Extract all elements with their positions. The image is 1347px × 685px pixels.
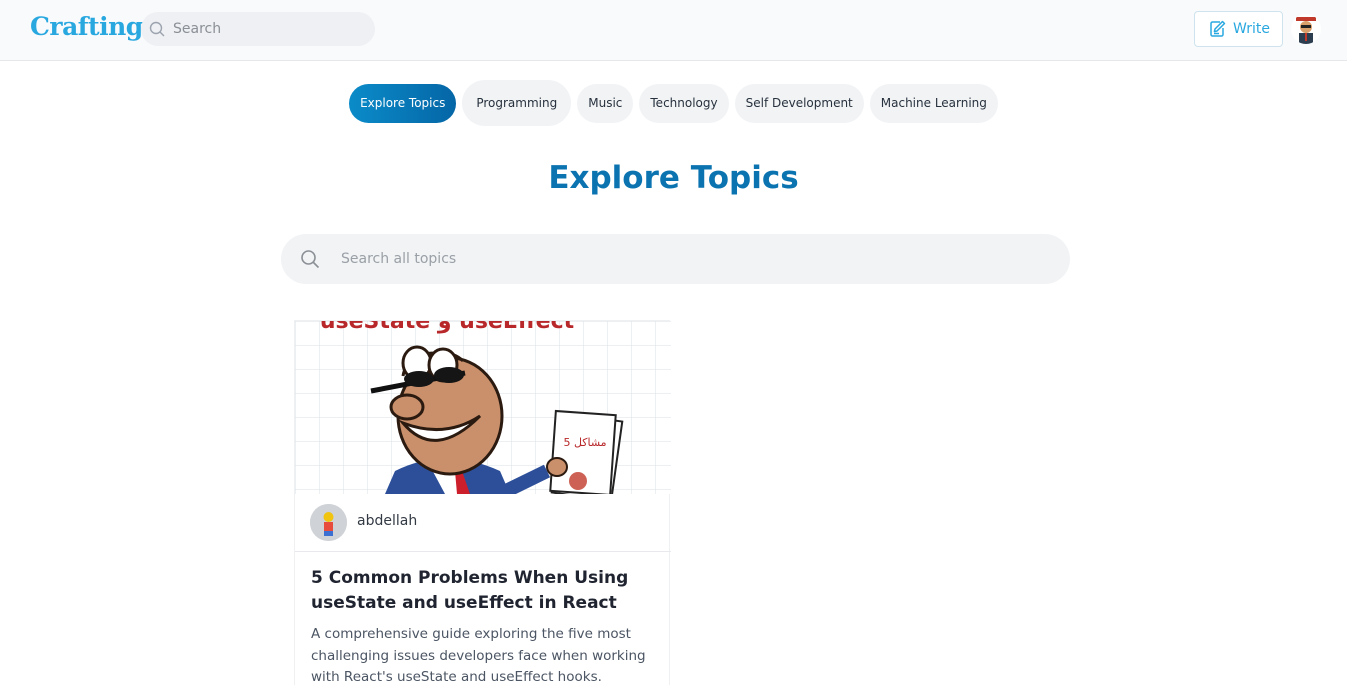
author-avatar-image <box>310 504 347 541</box>
article-cover-image[interactable]: useState و useEffect 5 مشاكل <box>295 321 671 494</box>
tab-self-development[interactable]: Self Development <box>734 83 864 123</box>
article-title[interactable]: 5 Common Problems When Using useState an… <box>311 566 651 616</box>
top-nav-bar: Crafting Write <box>0 0 1347 61</box>
write-button[interactable]: Write <box>1194 11 1283 47</box>
tab-music[interactable]: Music <box>577 83 634 123</box>
tab-technology[interactable]: Technology <box>639 83 729 123</box>
page-title: Explore Topics <box>548 160 799 196</box>
header-search[interactable] <box>141 12 375 46</box>
article-description: A comprehensive guide exploring the five… <box>311 626 646 685</box>
user-avatar-image <box>1291 14 1321 44</box>
cover-banner-text: useState و useEffect <box>320 321 575 334</box>
article-card[interactable]: useState و useEffect 5 مشاكل abdellah 5 … <box>294 320 671 685</box>
tab-programming[interactable]: Programming <box>462 80 572 126</box>
user-avatar[interactable] <box>1291 14 1321 44</box>
search-icon <box>149 21 165 37</box>
site-logo[interactable]: Crafting <box>30 12 143 41</box>
write-button-label: Write <box>1233 21 1270 37</box>
search-icon <box>301 250 320 269</box>
cover-paper-text: 5 مشاكل <box>563 436 606 449</box>
topics-search-input[interactable] <box>341 234 1041 284</box>
tab-machine-learning[interactable]: Machine Learning <box>869 83 998 123</box>
topics-search[interactable] <box>281 234 1070 284</box>
topic-tabs: Explore Topics Programming Music Technol… <box>0 80 1347 126</box>
author-avatar[interactable] <box>310 504 347 541</box>
cover-illustration: useState و useEffect 5 مشاكل <box>295 321 671 494</box>
article-author[interactable]: abdellah <box>295 494 671 552</box>
tab-explore-topics[interactable]: Explore Topics <box>349 83 457 123</box>
header-search-input[interactable] <box>173 12 369 46</box>
author-name[interactable]: abdellah <box>357 513 417 529</box>
edit-pencil-icon <box>1210 20 1226 37</box>
